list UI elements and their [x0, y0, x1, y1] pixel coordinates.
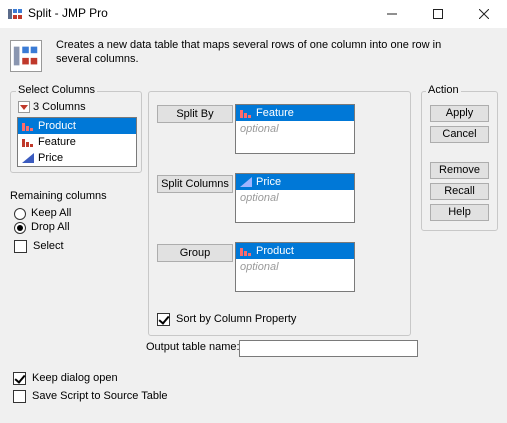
split-by-listbox[interactable]: Feature optional: [235, 104, 355, 154]
select-columns-legend: Select Columns: [16, 84, 98, 96]
remaining-columns-label: Remaining columns: [10, 190, 107, 202]
nominal-bar-icon: [240, 110, 251, 118]
group-item-label: Product: [256, 245, 294, 257]
nominal-bar-icon: [22, 139, 33, 147]
maximize-icon: [433, 9, 443, 19]
close-button[interactable]: [461, 0, 507, 28]
split-columns-listbox[interactable]: Price optional: [235, 173, 355, 223]
split-description-icon: [10, 40, 42, 72]
split-columns-button[interactable]: Split Columns: [157, 175, 233, 193]
nominal-bar-icon: [22, 123, 33, 131]
close-icon: [479, 9, 489, 19]
window-title: Split - JMP Pro: [28, 6, 108, 20]
group-item-product[interactable]: Product: [236, 243, 354, 259]
split-by-item-label: Feature: [256, 107, 294, 119]
output-table-name-input[interactable]: [239, 340, 418, 357]
column-item-product[interactable]: Product: [18, 118, 136, 134]
split-by-placeholder: optional: [240, 123, 279, 135]
split-by-item-feature[interactable]: Feature: [236, 105, 354, 121]
keep-dialog-open-label: Keep dialog open: [32, 372, 118, 384]
group-button[interactable]: Group: [157, 244, 233, 262]
column-filter-dropdown[interactable]: [18, 101, 30, 113]
column-item-label: Product: [38, 120, 76, 132]
group-listbox[interactable]: Product optional: [235, 242, 355, 292]
split-by-button[interactable]: Split By: [157, 105, 233, 123]
dialog-description: Creates a new data table that maps sever…: [56, 39, 442, 65]
maximize-button[interactable]: [415, 0, 461, 28]
remove-button[interactable]: Remove: [430, 162, 489, 179]
drop-all-label: Drop All: [31, 221, 70, 233]
output-table-name-label: Output table name:: [146, 341, 240, 353]
chevron-down-icon: [20, 105, 28, 110]
column-item-label: Price: [38, 152, 64, 164]
column-count-label: 3 Columns: [33, 101, 86, 113]
continuous-triangle-icon: [22, 153, 34, 163]
drop-all-radio[interactable]: [14, 222, 26, 234]
apply-button[interactable]: Apply: [430, 105, 489, 122]
select-columns-listbox[interactable]: Product Feature Price: [17, 117, 137, 167]
jmp-split-app-icon: [8, 9, 22, 19]
keep-dialog-open-checkbox[interactable]: [13, 372, 26, 385]
split-columns-placeholder: optional: [240, 192, 279, 204]
split-columns-item-price[interactable]: Price: [236, 174, 354, 190]
minimize-icon: [387, 13, 397, 15]
cancel-button[interactable]: Cancel: [430, 126, 489, 143]
column-item-feature[interactable]: Feature: [18, 134, 136, 150]
keep-all-label: Keep All: [31, 207, 72, 219]
split-columns-item-label: Price: [256, 176, 282, 188]
column-item-label: Feature: [38, 136, 76, 148]
save-script-checkbox[interactable]: [13, 390, 26, 403]
column-item-price[interactable]: Price: [18, 150, 136, 166]
save-script-label: Save Script to Source Table: [32, 390, 168, 402]
sort-by-column-property-checkbox[interactable]: [157, 313, 170, 326]
action-legend: Action: [426, 84, 461, 96]
sort-by-column-property-label: Sort by Column Property: [176, 313, 297, 325]
nominal-bar-icon: [240, 248, 251, 256]
minimize-button[interactable]: [369, 0, 415, 28]
help-button[interactable]: Help: [430, 204, 489, 221]
select-checkbox[interactable]: [14, 240, 27, 253]
continuous-triangle-icon: [240, 177, 252, 187]
recall-button[interactable]: Recall: [430, 183, 489, 200]
group-placeholder: optional: [240, 261, 279, 273]
keep-all-radio[interactable]: [14, 208, 26, 220]
select-checkbox-label: Select: [33, 240, 64, 252]
